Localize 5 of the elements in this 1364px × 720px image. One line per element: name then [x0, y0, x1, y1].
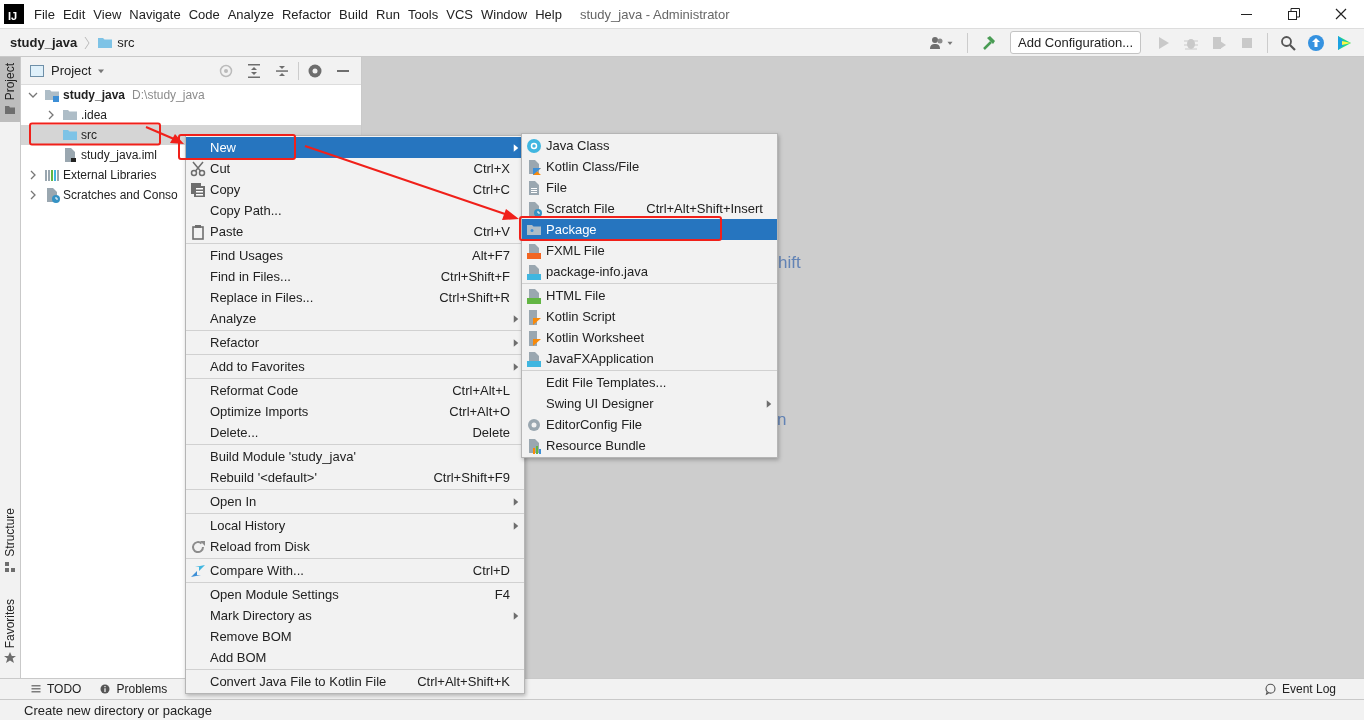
app-logo: IJ: [4, 4, 24, 24]
editor-hint: n: [777, 410, 787, 430]
editor-hint: hift: [778, 253, 801, 273]
window-title: study_java - Administrator: [579, 6, 730, 22]
status-text: Create new directory or package: [24, 702, 212, 718]
